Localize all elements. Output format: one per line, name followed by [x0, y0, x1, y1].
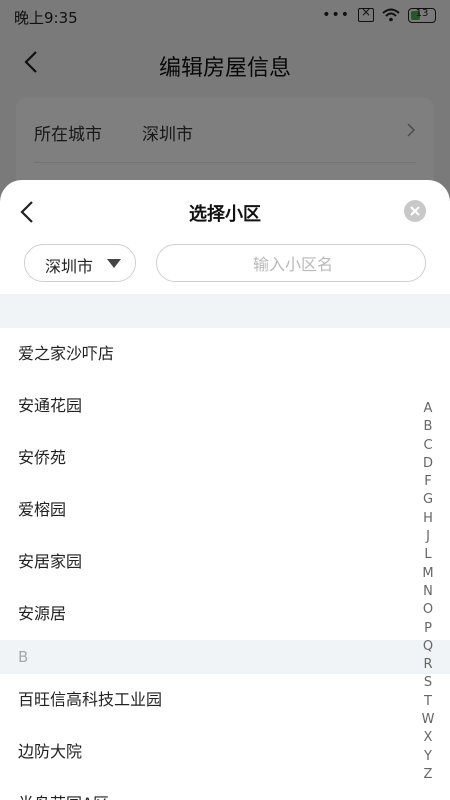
close-icon[interactable] — [404, 200, 426, 222]
index-letter[interactable]: M — [420, 565, 436, 583]
index-letter[interactable]: D — [420, 455, 436, 473]
list-item[interactable]: 百旺信高科技工业园 — [0, 674, 450, 726]
list-item[interactable]: 爱之家沙吓店 — [0, 328, 450, 380]
index-letter[interactable]: Z — [420, 766, 436, 784]
index-letter[interactable]: R — [420, 656, 436, 674]
index-letter[interactable]: Q — [420, 638, 436, 656]
list-item[interactable]: 安源居 — [0, 588, 450, 640]
index-letter[interactable]: X — [420, 729, 436, 747]
list-item[interactable]: 边防大院 — [0, 726, 450, 778]
list-item[interactable]: 安侨苑 — [0, 432, 450, 484]
caret-down-icon — [107, 259, 121, 268]
list-item[interactable]: 爱榕园 — [0, 484, 450, 536]
index-letter[interactable]: W — [420, 711, 436, 729]
index-letter[interactable]: C — [420, 437, 436, 455]
search-input[interactable] — [157, 245, 429, 283]
list-item[interactable]: 安通花园 — [0, 380, 450, 432]
index-letter[interactable]: S — [420, 674, 436, 692]
index-letter[interactable]: T — [420, 693, 436, 711]
community-list: 爱之家沙吓店 安通花园 安侨苑 爱榕园 安居家园 安源居 B 百旺信高科技工业园… — [0, 294, 450, 800]
index-letter[interactable]: Y — [420, 748, 436, 766]
list-item[interactable]: 安居家园 — [0, 536, 450, 588]
index-letter[interactable]: G — [420, 491, 436, 509]
index-letter[interactable]: P — [420, 620, 436, 638]
sheet-title: 选择小区 — [189, 204, 261, 225]
index-letter[interactable]: O — [420, 601, 436, 619]
city-dropdown[interactable]: 深圳市 — [24, 244, 136, 282]
alphabet-index[interactable]: A B C D F G H J L M N O P Q R S T W X Y … — [420, 400, 436, 784]
list-item[interactable]: 半岛花园A区 — [0, 778, 450, 800]
city-dropdown-value: 深圳市 — [45, 257, 94, 276]
index-letter[interactable]: B — [420, 418, 436, 436]
index-letter[interactable]: N — [420, 583, 436, 601]
index-letter[interactable]: A — [420, 400, 436, 418]
section-header: B — [0, 640, 450, 674]
index-letter[interactable]: F — [420, 473, 436, 491]
select-community-sheet: 选择小区 深圳市 爱之家沙吓店 安通花园 安侨苑 爱榕园 安居家园 安源居 B … — [0, 180, 450, 800]
index-letter[interactable]: J — [420, 528, 436, 546]
search-field[interactable] — [156, 244, 429, 283]
index-letter[interactable]: H — [420, 510, 436, 528]
section-header — [0, 294, 450, 328]
index-letter[interactable]: L — [420, 546, 436, 564]
